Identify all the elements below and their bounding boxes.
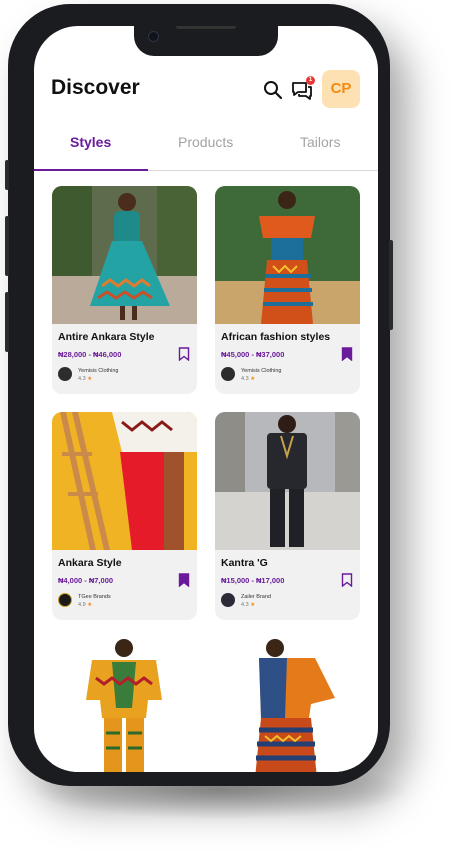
- seller-avatar: [58, 367, 72, 381]
- seller-avatar: [58, 593, 72, 607]
- search-icon: [264, 81, 283, 100]
- app-header: Discover 1 CP: [34, 70, 378, 110]
- tab-products[interactable]: Products: [178, 134, 233, 150]
- seller-rating: 4.3 ★: [241, 602, 255, 608]
- tab-bar: Styles Products Tailors: [34, 126, 378, 171]
- rating-value: 4.3: [241, 602, 249, 608]
- style-card[interactable]: [215, 638, 360, 772]
- style-card[interactable]: [52, 638, 197, 772]
- avatar[interactable]: CP: [322, 70, 360, 108]
- style-card[interactable]: Kantra 'G ₦15,000 - ₦17,000 Zailer Brand…: [215, 412, 360, 620]
- product-price: ₦28,000 - ₦46,000: [58, 350, 122, 359]
- style-card[interactable]: African fashion styles ₦45,000 - ₦37,000…: [215, 186, 360, 394]
- bookmark-icon: [178, 347, 190, 362]
- star-icon: ★: [250, 602, 256, 608]
- bookmark-button[interactable]: [341, 347, 353, 362]
- product-image: [52, 412, 197, 550]
- star-icon: ★: [87, 376, 93, 382]
- camera: [148, 31, 159, 42]
- seller-name: Yemisis Clothing: [241, 368, 282, 374]
- product-image: [52, 186, 197, 324]
- app-screen: Discover 1 CP Styles Products Tailors An…: [34, 26, 378, 772]
- seller-avatar: [221, 367, 235, 381]
- product-price: ₦15,000 - ₦17,000: [221, 576, 285, 585]
- volume-down-button: [5, 292, 9, 352]
- style-card[interactable]: Antire Ankara Style ₦28,000 - ₦46,000 Ye…: [52, 186, 197, 394]
- notch: [134, 26, 278, 56]
- seller-rating: 4.3 ★: [78, 376, 92, 382]
- product-price: ₦4,000 - ₦7,000: [58, 576, 114, 585]
- star-icon: ★: [87, 602, 93, 608]
- volume-up-button: [5, 216, 9, 276]
- speaker: [176, 26, 236, 29]
- product-image: [215, 186, 360, 324]
- bookmark-button[interactable]: [178, 573, 190, 588]
- seller-avatar: [221, 593, 235, 607]
- product-image: [215, 412, 360, 550]
- tab-styles[interactable]: Styles: [70, 134, 111, 150]
- bookmark-icon: [341, 573, 353, 588]
- rating-value: 4.3: [241, 376, 249, 382]
- rating-value: 4.9: [78, 602, 86, 608]
- seller-rating: 4.3 ★: [241, 376, 255, 382]
- chat-button[interactable]: 1: [290, 76, 315, 102]
- bookmark-button[interactable]: [178, 347, 190, 362]
- rating-value: 4.3: [78, 376, 86, 382]
- product-name: African fashion styles: [221, 331, 331, 343]
- seller-name: TGee Brands: [78, 594, 111, 600]
- phone-frame: Discover 1 CP Styles Products Tailors An…: [5, 4, 393, 786]
- mute-switch: [5, 160, 9, 190]
- seller-name: Zailer Brand: [241, 594, 271, 600]
- product-name: Kantra 'G: [221, 557, 268, 569]
- bookmark-icon: [341, 347, 353, 362]
- search-button[interactable]: [262, 79, 284, 101]
- page-title: Discover: [51, 76, 140, 99]
- bookmark-button[interactable]: [341, 573, 353, 588]
- power-button: [389, 240, 393, 330]
- notification-badge: 1: [306, 76, 315, 85]
- product-name: Antire Ankara Style: [58, 331, 155, 343]
- style-card[interactable]: Ankara Style ₦4,000 - ₦7,000 TGee Brands…: [52, 412, 197, 620]
- seller-name: Yemisis Clothing: [78, 368, 119, 374]
- tab-tailors[interactable]: Tailors: [300, 134, 340, 150]
- product-image: [215, 638, 360, 772]
- product-image: [52, 638, 197, 772]
- bookmark-icon: [178, 573, 190, 588]
- seller-rating: 4.9 ★: [78, 602, 92, 608]
- product-name: Ankara Style: [58, 557, 122, 569]
- star-icon: ★: [250, 376, 256, 382]
- product-price: ₦45,000 - ₦37,000: [221, 350, 285, 359]
- active-tab-indicator: [34, 169, 148, 171]
